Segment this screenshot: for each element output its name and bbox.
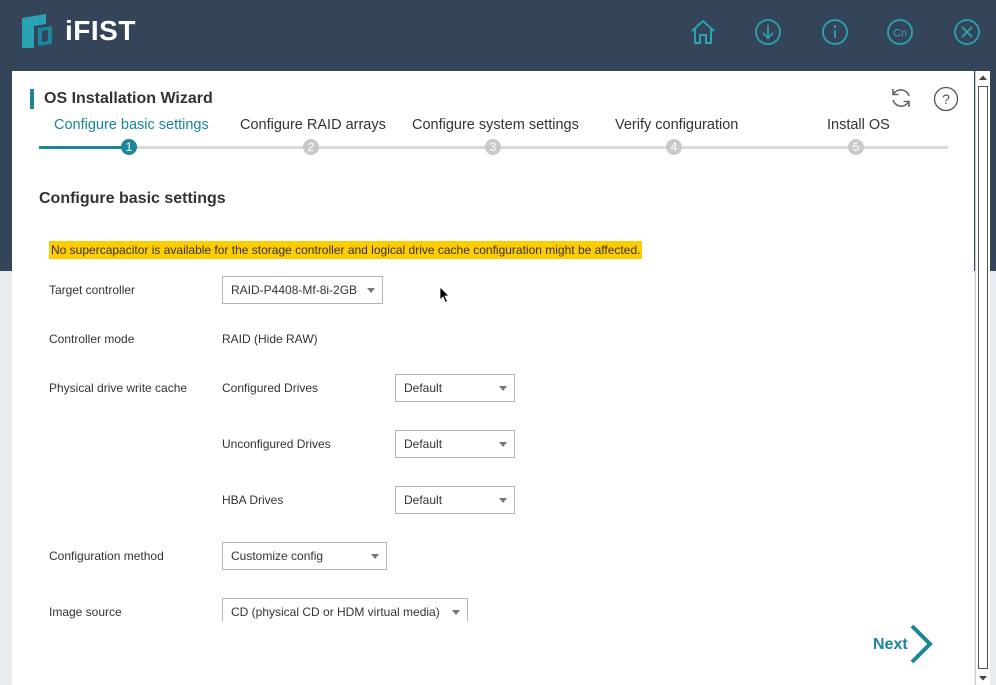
hba-drives-label: HBA Drives — [222, 493, 284, 507]
step-number-2: 2 — [303, 139, 319, 155]
scrollbar-thumb[interactable] — [978, 86, 988, 669]
image-source-value: CD (physical CD or HDM virtual media) — [231, 605, 440, 619]
svg-text:Cn: Cn — [893, 28, 907, 40]
target-controller-value: RAID-P4408-Mf-8i-2GB — [231, 283, 358, 297]
scroll-down-arrow-icon[interactable] — [976, 671, 990, 685]
config-method-label: Configuration method — [49, 549, 164, 563]
stepper-progress — [39, 146, 129, 149]
vertical-scrollbar[interactable] — [975, 71, 990, 685]
config-method-value: Customize config — [231, 549, 324, 563]
chevron-down-icon — [499, 442, 507, 447]
svg-text:?: ? — [942, 91, 950, 107]
step-install-os[interactable]: Install OS — [827, 117, 890, 133]
step-number-4: 4 — [666, 139, 682, 155]
chevron-down-icon — [499, 386, 507, 391]
chevron-down-icon — [367, 288, 375, 293]
step-number-3: 3 — [485, 139, 501, 155]
wizard-title: OS Installation Wizard — [44, 90, 213, 107]
scroll-up-arrow-icon[interactable] — [976, 71, 990, 85]
warning-banner: No supercapacitor is available for the s… — [49, 241, 643, 259]
footer-area — [12, 621, 974, 685]
hba-drives-value: Default — [404, 493, 443, 507]
target-controller-label: Target controller — [49, 283, 136, 297]
next-label: Next — [873, 636, 908, 653]
unconfigured-drives-label: Unconfigured Drives — [222, 437, 331, 451]
language-icon[interactable]: Cn — [885, 17, 915, 47]
chevron-down-icon — [452, 610, 460, 615]
app-name: iFIST — [65, 15, 136, 46]
hba-drives-select[interactable]: Default — [395, 486, 515, 514]
next-button[interactable]: Next — [870, 622, 940, 666]
section-title: Configure basic settings — [39, 190, 226, 207]
chevron-down-icon — [499, 498, 507, 503]
step-number-1: 1 — [121, 139, 137, 155]
configured-drives-value: Default — [404, 381, 443, 395]
step-configure-raid-arrays[interactable]: Configure RAID arrays — [240, 117, 386, 133]
step-number-5: 5 — [848, 139, 864, 155]
write-cache-label: Physical drive write cache — [49, 381, 188, 395]
controller-mode-label: Controller mode — [49, 332, 135, 346]
config-method-select[interactable]: Customize config — [222, 542, 387, 570]
step-configure-basic-settings[interactable]: Configure basic settings — [54, 117, 209, 133]
mouse-cursor-icon — [439, 286, 451, 304]
target-controller-select[interactable]: RAID-P4408-Mf-8i-2GB — [222, 276, 383, 304]
title-accent-bar — [30, 89, 34, 109]
info-icon[interactable] — [820, 17, 850, 47]
home-icon[interactable] — [688, 17, 718, 47]
image-source-label: Image source — [49, 605, 122, 619]
step-configure-system-settings[interactable]: Configure system settings — [412, 117, 579, 133]
help-icon[interactable]: ? — [933, 86, 959, 112]
refresh-icon[interactable] — [889, 86, 913, 110]
configured-drives-select[interactable]: Default — [395, 374, 515, 402]
unconfigured-drives-select[interactable]: Default — [395, 430, 515, 458]
wizard-panel: OS Installation Wizard ? Configure basic… — [12, 71, 974, 685]
controller-mode-value: RAID (Hide RAW) — [222, 332, 318, 346]
close-icon[interactable] — [952, 17, 982, 47]
unconfigured-drives-value: Default — [404, 437, 443, 451]
step-verify-configuration[interactable]: Verify configuration — [615, 117, 738, 133]
chevron-down-icon — [371, 554, 379, 559]
ifist-logo-icon — [20, 14, 54, 48]
configured-drives-label: Configured Drives — [222, 381, 319, 395]
chevron-right-icon — [910, 624, 933, 664]
download-icon[interactable] — [753, 17, 783, 47]
